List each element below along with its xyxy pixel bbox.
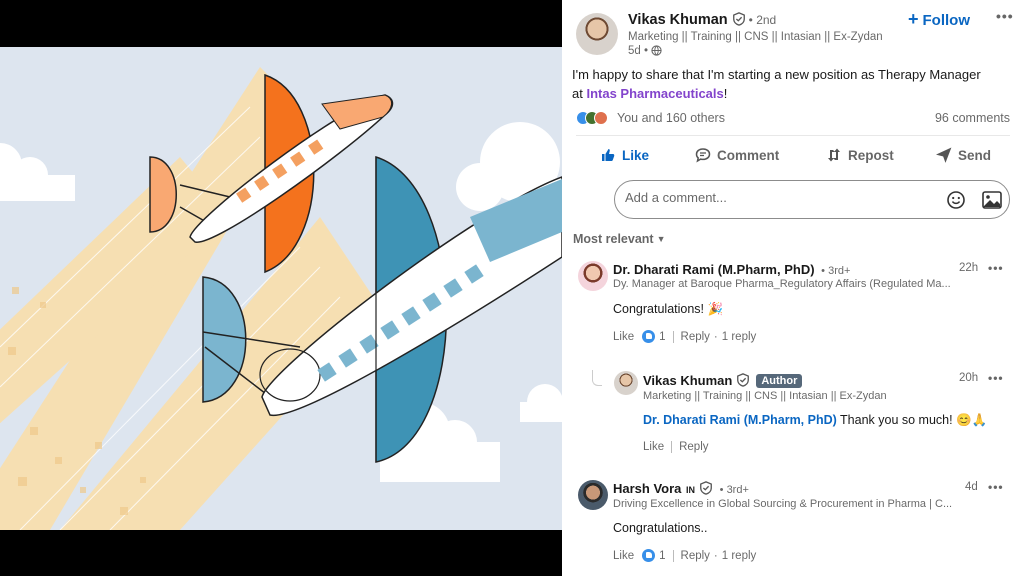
linkedin-badge: IN [686,485,696,495]
my-avatar-spacer [572,180,610,218]
author-headline: Marketing || Training || CNS || Intasian… [628,31,883,43]
reply-author-name-row[interactable]: Vikas Khuman Author [643,373,803,388]
reply-reply-button[interactable]: Reply [679,441,708,453]
comment-text: Congratulations.. [613,521,708,535]
post-text: I'm happy to share that I'm starting a n… [572,66,992,103]
separator [672,330,674,343]
company-mention-link[interactable]: Intas Pharmaceuticals [586,86,723,101]
social-counts: You and 160 others 96 comments [576,110,1010,128]
verified-icon [737,373,750,387]
author-badge: Author [756,374,803,388]
post-time: 5d • [628,45,649,57]
comment-reply-count[interactable]: 1 reply [722,550,757,562]
like-count-icon [642,330,656,343]
comment-like-count[interactable]: 1 [659,550,665,562]
repost-icon [828,148,840,162]
commenter-name-row[interactable]: Dr. Dharati Rami (M.Pharm, PhD) • 3rd+ [613,262,850,277]
comment-actions: Like 1 Reply · 1 reply [613,549,756,562]
divider [576,135,1010,136]
commenter-avatar[interactable] [578,261,608,291]
post-text-end: ! [723,85,728,101]
reply-text-body: Thank you so much! 😊🙏 [836,413,988,427]
comment-icon [695,148,711,163]
post-more-button[interactable]: ••• [996,8,1014,24]
caret-down-icon: ▼ [656,234,666,244]
reply-mention-link[interactable]: Dr. Dharati Rami (M.Pharm, PhD) [643,413,837,427]
author-avatar[interactable] [576,13,618,55]
comment-time: 4d [965,481,978,493]
reply-text: Dr. Dharati Rami (M.Pharm, PhD) Thank yo… [643,413,987,428]
reaction-icons[interactable] [576,111,612,125]
post-image[interactable] [0,0,562,576]
sort-label: Most relevant [573,232,654,246]
commenter-headline: Dy. Manager at Baroque Pharma_Regulatory… [613,278,951,290]
like-button[interactable]: Like [600,147,649,163]
comment-more-button[interactable]: ••• [988,480,1004,494]
like-count-icon [642,549,656,562]
separator [672,549,674,562]
comment-like-button[interactable]: Like [613,331,634,343]
commenter-degree: • 3rd+ [821,265,851,277]
commenter-name-row[interactable]: Harsh Vora IN • 3rd+ [613,481,749,496]
send-icon [936,147,952,163]
verified-icon [732,12,745,26]
reactions-count[interactable]: You and 160 others [617,111,725,125]
author-degree: • 2nd [748,13,777,27]
author-name[interactable]: Vikas Khuman [628,12,728,28]
comment-like-button[interactable]: Like [613,550,634,562]
author-name-row[interactable]: Vikas Khuman • 2nd [628,12,776,28]
comment-reply-button[interactable]: Reply [681,550,710,562]
reply-more-button[interactable]: ••• [988,371,1004,385]
like-label: Like [622,147,650,163]
post-panel: Vikas Khuman • 2nd Marketing || Training … [562,0,1024,576]
globe-icon [651,45,662,56]
comment-like-count[interactable]: 1 [659,331,665,343]
follow-label: Follow [922,12,971,29]
dot-separator: · [713,330,718,343]
comment-time: 22h [959,262,979,274]
comments-count[interactable]: 96 comments [935,111,1010,125]
sort-dropdown[interactable]: Most relevant ▼ [573,232,666,246]
send-button[interactable]: Send [936,147,991,163]
comment-reply-button[interactable]: Reply [681,331,710,343]
love-reaction-icon [594,111,608,125]
post-time-row: 5d • [628,45,662,57]
reply-author-headline: Marketing || Training || CNS || Intasian… [643,390,887,402]
comment-actions: Like 1 Reply · 1 reply [613,330,756,343]
image-icon[interactable] [982,191,1002,209]
comment-reply-count[interactable]: 1 reply [722,331,757,343]
reply-author-name[interactable]: Vikas Khuman [643,373,732,388]
reply-actions: Like Reply [643,441,709,453]
reply-time: 20h [959,372,979,384]
separator [671,441,673,453]
commenter-headline: Driving Excellence in Global Sourcing & … [613,498,953,510]
repost-label: Repost [848,147,894,163]
commenter-degree: • 3rd+ [719,484,749,496]
reply-like-button[interactable]: Like [643,441,664,453]
comment-more-button[interactable]: ••• [988,261,1004,275]
comment-label: Comment [717,147,780,163]
comment-input[interactable] [625,190,925,205]
commenter-avatar[interactable] [578,480,608,510]
commenter-name[interactable]: Dr. Dharati Rami (M.Pharm, PhD) [613,262,815,277]
emoji-icon[interactable] [946,190,966,210]
repost-button[interactable]: Repost [826,147,894,163]
plus-icon: + [908,9,919,29]
follow-button[interactable]: + Follow [908,9,970,30]
send-label: Send [958,147,992,163]
reply-author-avatar[interactable] [614,371,638,395]
verified-icon [700,481,712,495]
airplanes-illustration [0,47,562,530]
commenter-name[interactable]: Harsh Vora [613,481,681,496]
dot-separator: · [713,549,718,562]
thumbs-up-icon [602,149,615,161]
thread-line [592,370,602,386]
post-actions: Like Comment Repost Send [562,143,1024,169]
comment-text: Congratulations! 🎉 [613,302,724,316]
comment-box[interactable] [614,180,1010,219]
comment-button[interactable]: Comment [695,147,779,163]
